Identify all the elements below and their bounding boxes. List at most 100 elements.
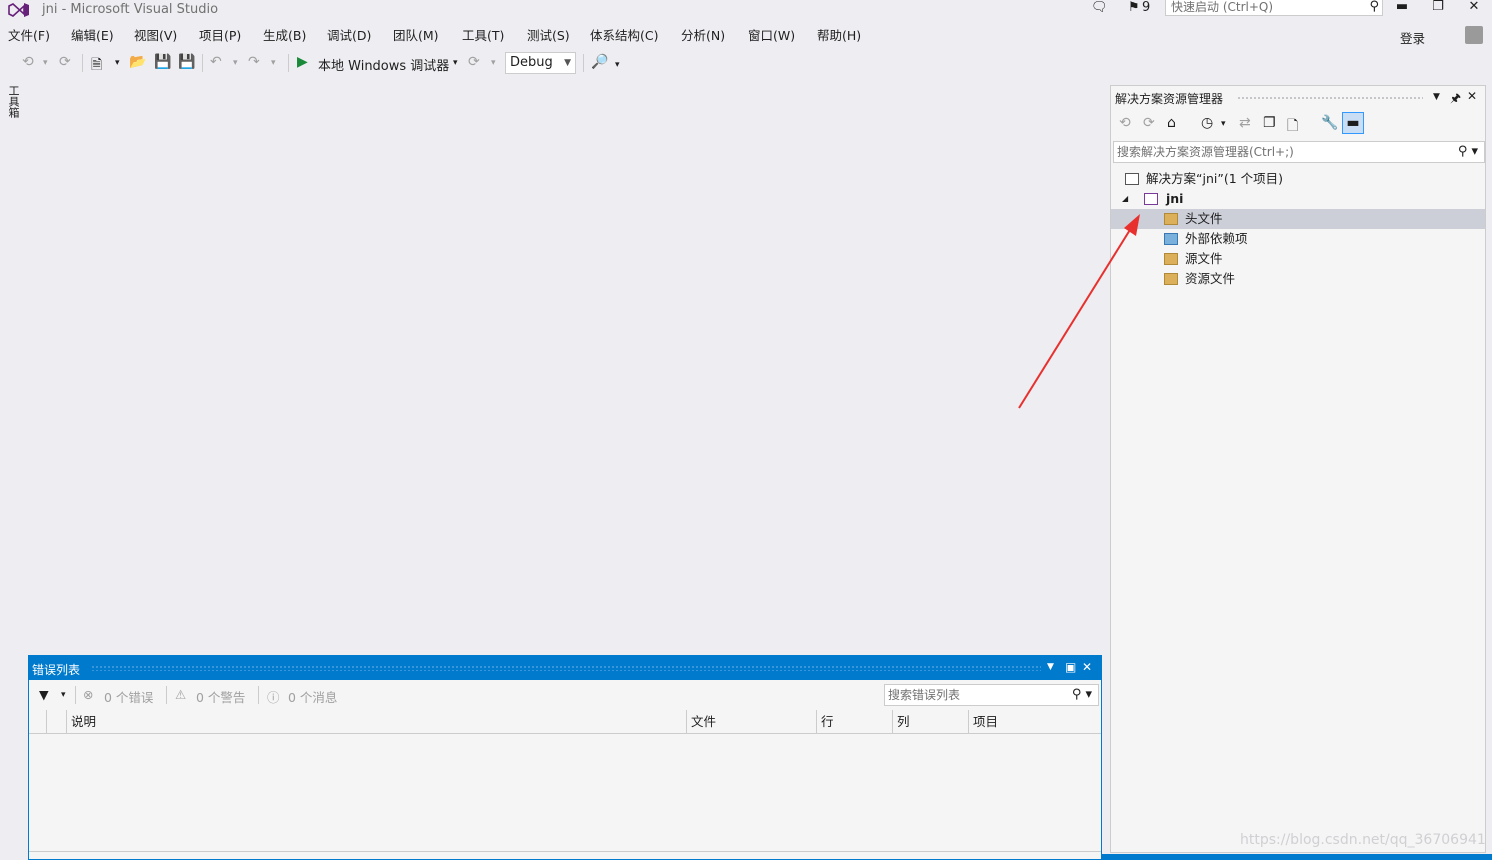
collapse-triangle-icon[interactable]: ◢ bbox=[1122, 189, 1128, 209]
menu-edit[interactable]: 编辑(E) bbox=[71, 26, 114, 46]
toolbar-separator bbox=[583, 54, 584, 72]
column-header-description[interactable]: 说明 bbox=[67, 710, 687, 734]
column-header-file[interactable]: 文件 bbox=[687, 710, 817, 734]
close-button[interactable]: ✕ bbox=[1461, 0, 1487, 16]
toolbar-separator bbox=[258, 686, 259, 704]
debug-target-dropdown-icon[interactable]: ▾ bbox=[453, 58, 458, 68]
toolbar-separator bbox=[82, 54, 83, 72]
error-list-search-input[interactable]: 搜索错误列表 ⚲ ▾ bbox=[884, 684, 1099, 706]
menu-view[interactable]: 视图(V) bbox=[134, 26, 177, 46]
menu-tools[interactable]: 工具(T) bbox=[462, 26, 504, 46]
tree-item-source-files[interactable]: 源文件 bbox=[1111, 249, 1485, 269]
menu-debug[interactable]: 调试(D) bbox=[327, 26, 371, 46]
maximize-panel-icon[interactable]: ▣ bbox=[1065, 660, 1076, 674]
preview-selected-icon[interactable]: ▬ bbox=[1342, 112, 1364, 134]
menu-test[interactable]: 测试(S) bbox=[527, 26, 570, 46]
warnings-toggle[interactable]: 0 个警告 bbox=[196, 687, 245, 706]
filter-icon[interactable]: ▼ bbox=[39, 687, 49, 702]
toolbar-options-icon[interactable]: ▾ bbox=[615, 60, 620, 70]
column-header-column[interactable]: 列 bbox=[893, 710, 969, 734]
menu-team[interactable]: 团队(M) bbox=[393, 26, 439, 46]
tree-item-label: 资源文件 bbox=[1185, 271, 1236, 286]
pin-icon[interactable]: 🖈 bbox=[1450, 89, 1461, 110]
solution-search-placeholder: 搜索解决方案资源管理器(Ctrl+;) bbox=[1117, 145, 1294, 159]
start-debugging-icon[interactable]: ▶ bbox=[297, 54, 308, 70]
sync-icon[interactable]: ⇄ bbox=[1239, 115, 1251, 131]
forward-icon[interactable]: ⟳ bbox=[1143, 115, 1155, 131]
back-dropdown-icon[interactable]: ▾ bbox=[43, 58, 48, 68]
menu-analyze[interactable]: 分析(N) bbox=[681, 26, 725, 46]
column-header-code[interactable] bbox=[47, 710, 67, 734]
panel-grip[interactable] bbox=[91, 665, 1041, 671]
new-dropdown-icon[interactable]: ▾ bbox=[115, 58, 120, 68]
toolbar-separator bbox=[166, 686, 167, 704]
tree-item-resource-files[interactable]: 资源文件 bbox=[1111, 269, 1485, 289]
errors-toggle[interactable]: 0 个错误 bbox=[104, 687, 153, 706]
navigate-back-icon[interactable]: ⟲ bbox=[22, 54, 34, 70]
column-header-icon[interactable] bbox=[29, 710, 47, 734]
filter-dropdown-icon[interactable]: ▾ bbox=[61, 690, 66, 700]
collapse-all-icon[interactable]: ❐ bbox=[1263, 115, 1276, 131]
column-header-line[interactable]: 行 bbox=[817, 710, 893, 734]
redo-icon[interactable]: ↷ bbox=[248, 54, 260, 70]
new-project-icon[interactable]: 🗎 bbox=[91, 54, 102, 78]
toolbox-tab[interactable]: 工具箱 bbox=[5, 85, 21, 118]
properties-wrench-icon[interactable]: 🔧 bbox=[1321, 115, 1338, 131]
show-all-files-icon[interactable]: 🗋 bbox=[1287, 115, 1298, 139]
info-icon: ⓘ bbox=[267, 690, 280, 705]
close-panel-icon[interactable]: ✕ bbox=[1082, 660, 1092, 674]
tree-item-solution[interactable]: 解决方案“jni”(1 个项目) bbox=[1111, 169, 1485, 189]
minimize-button[interactable]: ▬ bbox=[1389, 0, 1415, 16]
quick-launch-placeholder: 快速启动 (Ctrl+Q) bbox=[1171, 0, 1274, 14]
notification-count: 9 bbox=[1142, 0, 1151, 15]
refresh-dropdown-icon[interactable]: ▾ bbox=[491, 58, 496, 68]
solution-configuration-select[interactable]: Debug ▼ bbox=[505, 52, 576, 74]
undo-dropdown-icon[interactable]: ▾ bbox=[233, 58, 238, 68]
messages-toggle[interactable]: 0 个消息 bbox=[288, 687, 337, 706]
feedback-icon[interactable]: 🗨 bbox=[1091, 0, 1108, 15]
login-link[interactable]: 登录 bbox=[1400, 28, 1425, 47]
open-file-icon[interactable]: 📂 bbox=[129, 54, 146, 70]
save-icon[interactable]: 💾 bbox=[154, 54, 171, 70]
toolbar-separator bbox=[288, 54, 289, 72]
error-list-title: 错误列表 bbox=[32, 663, 81, 677]
menu-file[interactable]: 文件(F) bbox=[8, 26, 50, 46]
tree-item-label: 头文件 bbox=[1185, 211, 1223, 226]
window-position-dropdown-icon[interactable]: ▼ bbox=[1433, 92, 1440, 102]
menu-build[interactable]: 生成(B) bbox=[263, 26, 306, 46]
menu-project[interactable]: 项目(P) bbox=[199, 26, 241, 46]
menu-help[interactable]: 帮助(H) bbox=[817, 26, 861, 46]
redo-dropdown-icon[interactable]: ▾ bbox=[271, 58, 276, 68]
refresh-icon[interactable]: ⟳ bbox=[468, 54, 480, 70]
panel-grip[interactable] bbox=[1237, 96, 1423, 101]
home-icon[interactable]: ⌂ bbox=[1167, 115, 1176, 131]
navigate-forward-icon[interactable]: ⟳ bbox=[59, 54, 71, 70]
close-panel-icon[interactable]: ✕ bbox=[1467, 89, 1477, 103]
watermark: https://blog.csdn.net/qq_36706941 bbox=[1240, 832, 1486, 848]
configuration-value: Debug bbox=[510, 55, 553, 70]
solution-explorer-title: 解决方案资源管理器 bbox=[1115, 92, 1224, 106]
start-debugging-button[interactable]: 本地 Windows 调试器 bbox=[318, 55, 449, 74]
find-in-files-icon[interactable]: 🔎 bbox=[591, 54, 608, 70]
user-avatar-icon[interactable] bbox=[1465, 26, 1483, 44]
menu-architecture[interactable]: 体系结构(C) bbox=[590, 26, 658, 46]
maximize-button[interactable]: ❐ bbox=[1425, 0, 1451, 16]
window-position-dropdown-icon[interactable]: ▼ bbox=[1047, 662, 1054, 672]
tree-item-header-files[interactable]: 头文件 bbox=[1111, 209, 1485, 229]
pending-changes-filter-icon[interactable]: ◷ bbox=[1201, 115, 1213, 131]
error-search-placeholder: 搜索错误列表 bbox=[888, 688, 961, 702]
notifications-icon[interactable]: ⚑ bbox=[1128, 0, 1140, 15]
column-header-project[interactable]: 项目 bbox=[969, 710, 1101, 734]
tree-item-project[interactable]: ◢ jni bbox=[1111, 189, 1485, 209]
tree-item-external-dependencies[interactable]: 外部依赖项 bbox=[1111, 229, 1485, 249]
quick-launch-input[interactable]: 快速启动 (Ctrl+Q) ⚲ bbox=[1165, 0, 1383, 16]
menu-window[interactable]: 窗口(W) bbox=[748, 26, 795, 46]
solution-explorer-toolbar: ⟲ ⟳ ⌂ ◷ ▾ ⇄ ❐ 🗋 🔧 ▬ bbox=[1111, 112, 1485, 138]
error-icon: ⊗ bbox=[83, 687, 94, 702]
toolbar-separator bbox=[202, 54, 203, 72]
filter-dropdown-icon[interactable]: ▾ bbox=[1221, 119, 1226, 129]
back-icon[interactable]: ⟲ bbox=[1119, 115, 1131, 131]
undo-icon[interactable]: ↶ bbox=[210, 54, 222, 70]
solution-explorer-search-input[interactable]: 搜索解决方案资源管理器(Ctrl+;) ⚲ ▾ bbox=[1113, 141, 1485, 163]
save-all-icon[interactable]: 💾 bbox=[178, 54, 195, 70]
